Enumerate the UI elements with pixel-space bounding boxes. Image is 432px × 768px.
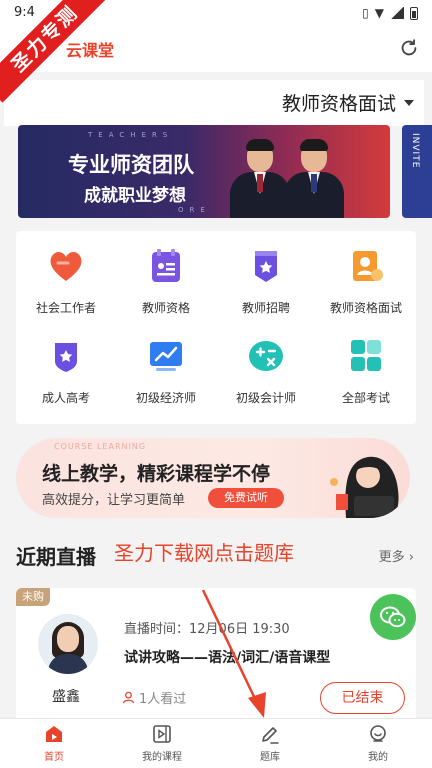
refresh-icon[interactable] (398, 37, 420, 59)
teacher-name: 盛鑫 (52, 689, 80, 705)
category-label: 社会工作者 (35, 301, 96, 315)
tab-label: 首页 (44, 752, 64, 763)
free-trial-button[interactable]: 免费试听 (208, 488, 284, 508)
chat-icon (380, 606, 406, 628)
annotation-text: 圣力下载网点击题库 (114, 541, 294, 565)
app-title: 云课堂 (66, 41, 115, 60)
category-label: 教师资格 (141, 301, 190, 315)
badge-star-icon (255, 251, 277, 282)
banner-headline: 专业师资团队 (68, 153, 194, 177)
tab-label: 我的 (368, 752, 388, 763)
category-teacher-interview[interactable]: 教师资格面试 (316, 247, 416, 316)
category-teacher-cert[interactable]: 教师资格 (116, 247, 216, 316)
category-label: 教师招聘 (241, 301, 290, 315)
ended-status-button[interactable]: 已结束 (320, 682, 405, 714)
category-label: 成人高考 (41, 391, 90, 405)
banner-deco-text-bottom: ORE (178, 206, 211, 214)
recent-live-title: 近期直播 (16, 545, 96, 569)
promo-deco-text: COURSE LEARNING (54, 442, 147, 451)
more-link[interactable]: 更多 › (379, 546, 414, 565)
banner-next-slide[interactable]: INVITE (402, 125, 432, 218)
tab-label: 我的课程 (142, 752, 182, 763)
grid-icon (351, 340, 381, 371)
exam-selector[interactable]: 教师资格面试 (282, 89, 414, 116)
home-play-icon (46, 726, 62, 742)
calculator-icon (249, 341, 283, 371)
category-label: 全部考试 (341, 391, 390, 405)
course-icon (153, 725, 171, 743)
live-title: 试讲攻略——语法/词汇/语音课型 (124, 650, 331, 666)
teacher-photo-left (230, 138, 290, 218)
caret-down-icon (404, 99, 414, 106)
category-teacher-recruit[interactable]: 教师招聘 (216, 247, 316, 316)
tab-label: 题库 (260, 752, 280, 763)
category-grid: 社会工作者 教师资格 教师招聘 教师资格面试 成人高考 初级经济师 初级会计师 … (16, 231, 416, 424)
more-label: 更多 (378, 550, 405, 565)
category-all-exams[interactable]: 全部考试 (316, 337, 416, 406)
status-time: 9:4 (14, 5, 35, 20)
viewer-count: 1人看过 (122, 688, 186, 707)
banner-slide[interactable]: TEACHERS ORE 专业师资团队 成就职业梦想 (18, 125, 390, 218)
heart-icon (50, 251, 82, 281)
battery-icon (410, 6, 418, 20)
category-label: 初级会计师 (235, 391, 296, 405)
category-adult-exam[interactable]: 成人高考 (16, 337, 116, 406)
exam-selector-bar: 教师资格面试 (4, 80, 424, 126)
tab-home[interactable]: 首页 (0, 723, 108, 763)
banner-deco-text: TEACHERS (88, 131, 174, 139)
viewer-count-text: 1人看过 (139, 692, 187, 707)
chevron-right-icon: › (408, 550, 414, 565)
avatar (38, 614, 98, 674)
live-course-card[interactable]: 未购 盛鑫 直播时间：12月06日 19:30 试讲攻略——语法/词汇/语音课型… (16, 588, 416, 728)
exam-selector-label: 教师资格面试 (281, 93, 396, 115)
wifi-icon: ▼ (374, 6, 384, 20)
id-card-icon (152, 249, 180, 282)
teacher-photo-right (284, 138, 344, 218)
trend-chart-icon (150, 342, 182, 371)
signal-icon (390, 7, 404, 19)
user-icon (370, 725, 386, 742)
category-social-worker[interactable]: 社会工作者 (16, 247, 116, 316)
pencil-icon (262, 727, 279, 744)
unpurchased-badge: 未购 (16, 588, 50, 606)
promo-subtitle: 高效提分，让学习更简单 (42, 493, 186, 508)
tab-my-courses[interactable]: 我的课程 (108, 723, 216, 763)
category-label: 初级经济师 (135, 391, 196, 405)
banner-next-text: INVITE (410, 133, 420, 169)
shield-star-icon (55, 343, 77, 372)
tab-me[interactable]: 我的 (324, 723, 432, 763)
wechat-float-button[interactable] (370, 594, 416, 640)
promo-title: 线上教学，精彩课程学不停 (42, 463, 271, 485)
banner-subheadline: 成就职业梦想 (84, 186, 186, 206)
tab-question-bank[interactable]: 题库 (216, 723, 324, 763)
status-icons: ▯ ▼ (362, 6, 418, 20)
category-accountant[interactable]: 初级会计师 (216, 337, 316, 406)
bottom-tab-bar: 首页 我的课程 题库 我的 (0, 718, 432, 768)
vibrate-icon: ▯ (362, 6, 369, 20)
person-card-icon (353, 251, 383, 281)
live-time: 直播时间：12月06日 19:30 (124, 622, 290, 637)
promo-banner[interactable]: COURSE LEARNING 线上教学，精彩课程学不停 高效提分，让学习更简单… (16, 438, 410, 518)
student-illustration (330, 456, 399, 518)
category-label: 教师资格面试 (329, 301, 402, 315)
person-icon (122, 691, 135, 704)
category-economist[interactable]: 初级经济师 (116, 337, 216, 406)
